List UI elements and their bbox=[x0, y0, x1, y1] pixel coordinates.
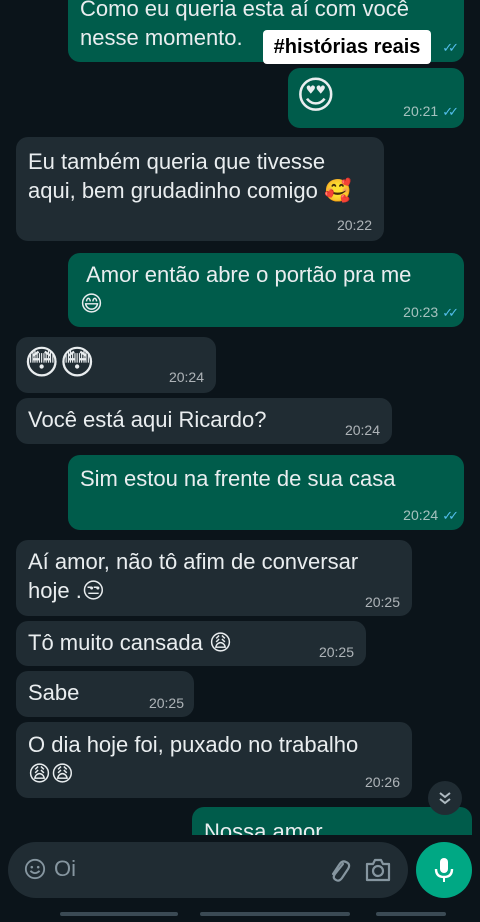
message-status: ✓✓ bbox=[438, 39, 459, 56]
message-time: 20:25 bbox=[318, 644, 354, 660]
outgoing-message[interactable]: Nossa amor bbox=[192, 807, 472, 835]
double-chevron-down-icon bbox=[439, 792, 451, 805]
emoji-icon[interactable] bbox=[24, 858, 46, 880]
incoming-message[interactable]: Você está aqui Ricardo? 20:24 bbox=[16, 398, 392, 444]
nav-bar-left bbox=[60, 912, 178, 916]
incoming-message[interactable]: Aí amor, não tô afim de conversar hoje .… bbox=[16, 540, 412, 616]
incoming-message[interactable]: Eu também queria que tivesse aqui, bem g… bbox=[16, 137, 384, 241]
message-text: Você está aqui Ricardo? bbox=[28, 407, 267, 432]
incoming-message[interactable]: O dia hoje foi, puxado no trabalho 😩😩 20… bbox=[16, 722, 412, 798]
nav-bar-center bbox=[200, 912, 350, 916]
double-check-icon: ✓✓ bbox=[442, 305, 459, 320]
outgoing-message[interactable]: 😍 20:21 ✓✓ bbox=[288, 68, 464, 128]
message-text: 😍 bbox=[296, 75, 336, 117]
message-time: 20:25 bbox=[148, 695, 184, 711]
chat-area[interactable]: Como eu queria esta aí com você nesse mo… bbox=[0, 0, 480, 835]
message-text: O dia hoje foi, puxado no trabalho 😩😩 bbox=[28, 732, 359, 786]
message-time: 20:24 ✓✓ bbox=[403, 507, 459, 523]
outgoing-message[interactable]: Sim estou na frente de sua casa 20:24 ✓✓ bbox=[68, 455, 464, 530]
outgoing-message[interactable]: Amor então abre o portão pra me 😄 20:23 ✓… bbox=[68, 253, 464, 327]
message-time: 20:25 bbox=[364, 594, 400, 610]
nav-bar-right bbox=[376, 912, 446, 916]
message-text: Tô muito cansada 😩 bbox=[28, 630, 232, 655]
incoming-message[interactable]: Tô muito cansada 😩 20:25 bbox=[16, 621, 366, 666]
message-time: 20:26 bbox=[364, 774, 400, 790]
message-text: 😳😳 bbox=[24, 344, 95, 382]
message-text: Eu também queria que tivesse aqui, bem g… bbox=[28, 149, 352, 203]
message-text: Aí amor, não tô afim de conversar hoje .… bbox=[28, 549, 359, 603]
message-time: 20:23 ✓✓ bbox=[403, 304, 459, 320]
message-time: 20:24 bbox=[344, 422, 380, 438]
message-time: 20:21 ✓✓ bbox=[403, 103, 459, 119]
message-text: Sim estou na frente de sua casa bbox=[80, 466, 396, 491]
camera-icon[interactable] bbox=[364, 857, 392, 883]
message-time: 20:22 bbox=[336, 217, 372, 233]
story-tag: #histórias reais bbox=[263, 30, 431, 64]
incoming-message[interactable]: 😳😳 20:24 bbox=[16, 337, 216, 393]
double-check-icon: ✓✓ bbox=[442, 508, 459, 523]
double-check-icon: ✓✓ bbox=[442, 104, 459, 119]
message-time: 20:24 bbox=[168, 369, 204, 385]
message-text: Amor então abre o portão pra me 😄 bbox=[80, 262, 412, 316]
mic-button[interactable] bbox=[416, 842, 472, 898]
double-check-icon: ✓✓ bbox=[442, 40, 459, 55]
scroll-down-button[interactable] bbox=[428, 781, 462, 815]
message-input[interactable]: Oi bbox=[54, 856, 76, 882]
mic-icon bbox=[434, 858, 454, 882]
message-composer: Oi bbox=[8, 842, 408, 898]
incoming-message[interactable]: Sabe 20:25 bbox=[16, 671, 194, 717]
paperclip-icon[interactable] bbox=[326, 856, 352, 884]
message-text: Nossa amor bbox=[204, 819, 323, 835]
